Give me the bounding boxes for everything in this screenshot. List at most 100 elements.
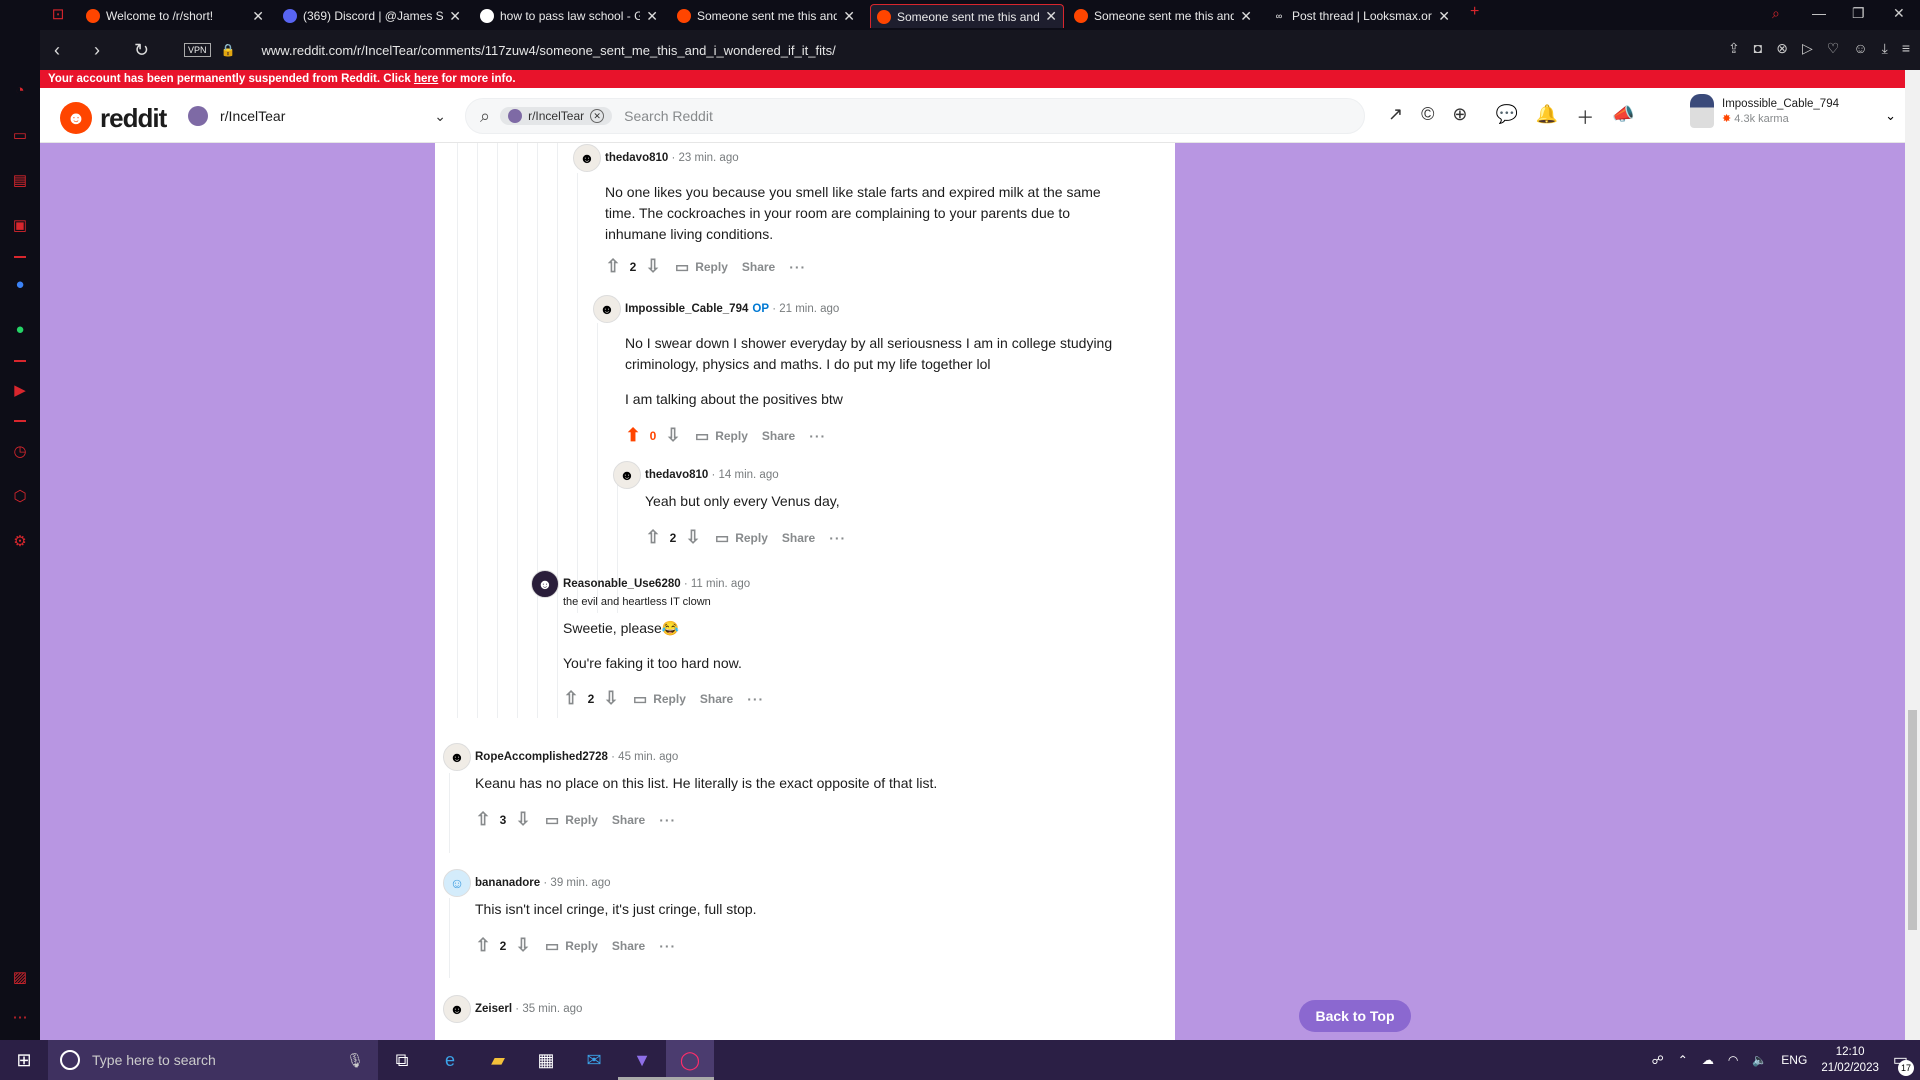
avatar[interactable]: ☻ (593, 295, 621, 323)
search-tabs-icon[interactable]: ⌕ (1772, 5, 1780, 22)
close-tab-icon[interactable]: ✕ (843, 8, 855, 25)
upvote-icon[interactable]: ⬆ (623, 425, 643, 446)
upvote-icon[interactable]: ⇧ (473, 935, 493, 956)
thread-line[interactable] (477, 143, 478, 718)
comment-author[interactable]: thedavo810 (605, 152, 668, 164)
vpn-badge[interactable]: VPN (184, 43, 211, 57)
bag-icon[interactable]: ▭ (10, 126, 30, 146)
tab-active[interactable]: Someone sent me this and ✕ (870, 4, 1064, 28)
close-tab-icon[interactable]: ✕ (1240, 8, 1252, 25)
extensions-icon[interactable]: ⬡ (10, 487, 30, 507)
tab[interactable]: (369) Discord | @James Sa ✕ (277, 4, 467, 28)
avatar[interactable]: ☺ (443, 869, 471, 897)
coins-icon[interactable]: © (1421, 104, 1434, 130)
heart-icon[interactable]: ♡ (1827, 40, 1840, 57)
talk-icon[interactable]: ⊕ (1452, 104, 1467, 130)
comment-time[interactable]: 39 min. ago (550, 877, 610, 889)
language-indicator[interactable]: ENG (1781, 1053, 1807, 1067)
comment-time[interactable]: 45 min. ago (618, 751, 678, 763)
messenger-icon[interactable]: ● (10, 275, 30, 295)
tab[interactable]: ∞ Post thread | Looksmax.org ✕ (1266, 4, 1456, 28)
downvote-icon[interactable]: ⇩ (683, 527, 703, 548)
wifi-icon[interactable]: ◠ (1728, 1053, 1738, 1067)
share-button[interactable]: Share (700, 692, 733, 706)
player-icon[interactable]: ▣ (10, 216, 30, 236)
clock[interactable]: 12:10 21/02/2023 (1821, 1044, 1879, 1076)
menu-icon[interactable]: ≡ (1902, 40, 1910, 57)
more-options-icon[interactable]: ··· (659, 812, 676, 828)
chat-icon[interactable]: 💬 (1495, 104, 1517, 130)
downvote-icon[interactable]: ⇩ (513, 935, 533, 956)
back-icon[interactable]: ‹ (54, 40, 80, 61)
gamepad-icon[interactable]: ⊡ (48, 5, 68, 25)
people-icon[interactable]: ☍ (1652, 1053, 1664, 1067)
comment-time[interactable]: 21 min. ago (779, 303, 839, 315)
comment-author[interactable]: bananadore (475, 877, 540, 889)
comment-author[interactable]: RopeAccomplished2728 (475, 751, 608, 763)
share-button[interactable]: Share (782, 531, 815, 545)
reload-icon[interactable]: ↻ (134, 40, 160, 61)
download-icon[interactable]: ⤓ (1882, 40, 1888, 57)
tab[interactable]: how to pass law school - G ✕ (474, 4, 664, 28)
share-button[interactable]: Share (612, 939, 645, 953)
store-icon[interactable]: ▦ (522, 1040, 570, 1080)
music-player-icon[interactable]: ▶ (10, 381, 30, 401)
onedrive-icon[interactable]: ☁ (1702, 1053, 1714, 1067)
comment-time[interactable]: 14 min. ago (719, 469, 779, 481)
reply-button[interactable]: ▭ Reply (545, 937, 598, 955)
avatar[interactable]: ☻ (443, 995, 471, 1023)
tab[interactable]: Someone sent me this and ✕ (671, 4, 861, 28)
comment-time[interactable]: 35 min. ago (522, 1003, 582, 1015)
scrollbar[interactable] (1905, 70, 1920, 1040)
comment-author[interactable]: Zeiserl (475, 1003, 512, 1015)
avatar[interactable]: ☻ (531, 570, 559, 598)
comment-author[interactable]: Reasonable_Use6280 (563, 578, 681, 590)
clear-chip-icon[interactable]: ✕ (590, 109, 605, 123)
chevron-up-icon[interactable]: ⌃ (1678, 1053, 1688, 1067)
opera-icon[interactable]: ◯ (666, 1040, 714, 1080)
community-dropdown[interactable]: r/IncelTear ⌄ (188, 106, 446, 126)
minimize-icon[interactable]: — (1812, 5, 1826, 21)
volume-icon[interactable]: 🔈 (1752, 1053, 1767, 1067)
share-button[interactable]: Share (762, 429, 795, 443)
more-options-icon[interactable]: ··· (659, 938, 676, 954)
more-options-icon[interactable]: ··· (829, 530, 846, 546)
search-community-chip[interactable]: r/IncelTear ✕ (500, 107, 613, 125)
avatar[interactable]: ☻ (573, 144, 601, 172)
reply-button[interactable]: ▭ Reply (545, 811, 598, 829)
gallery-icon[interactable]: ▨ (10, 968, 30, 988)
comment-time[interactable]: 23 min. ago (679, 152, 739, 164)
downvote-icon[interactable]: ⇩ (643, 256, 663, 277)
url-field[interactable]: www.reddit.com/r/IncelTear/comments/117z… (261, 43, 835, 58)
reply-button[interactable]: ▭ Reply (715, 529, 768, 547)
more-icon[interactable]: ⋯ (10, 1008, 30, 1028)
close-tab-icon[interactable]: ✕ (1438, 8, 1450, 25)
avatar[interactable]: ☻ (443, 743, 471, 771)
microphone-icon[interactable]: 🎙 (346, 1052, 364, 1069)
tab[interactable]: Someone sent me this and ✕ (1068, 4, 1258, 28)
search-bar[interactable]: ⌕ r/IncelTear ✕ Search Reddit (465, 98, 1365, 134)
share-icon[interactable]: ⇪ (1728, 40, 1740, 57)
close-tab-icon[interactable]: ✕ (646, 8, 658, 25)
comment-author[interactable]: thedavo810 (645, 469, 708, 481)
comment-author[interactable]: Impossible_Cable_794 (625, 303, 748, 315)
close-window-icon[interactable]: ✕ (1893, 5, 1905, 22)
back-to-top-button[interactable]: Back to Top (1299, 1000, 1411, 1032)
whatsapp-icon[interactable]: ● (10, 320, 30, 340)
thread-line[interactable] (517, 143, 518, 718)
close-tab-icon[interactable]: ✕ (252, 8, 264, 25)
reply-button[interactable]: ▭ Reply (695, 427, 748, 445)
advertise-icon[interactable]: 📣 (1612, 104, 1634, 130)
edge-icon[interactable]: e (426, 1040, 474, 1080)
scrollbar-thumb[interactable] (1908, 710, 1917, 930)
more-options-icon[interactable]: ··· (809, 428, 826, 444)
more-options-icon[interactable]: ··· (789, 259, 806, 275)
settings-icon[interactable]: ⚙ (10, 532, 30, 552)
speed-dial-icon[interactable]: ◔ (10, 81, 30, 101)
thread-line[interactable] (497, 143, 498, 718)
profile-icon[interactable]: ☺ (1853, 40, 1867, 57)
folder-icon[interactable]: ▰ (474, 1040, 522, 1080)
notification-icon[interactable]: ▭17 (1893, 1050, 1914, 1076)
comment-time[interactable]: 11 min. ago (691, 578, 750, 590)
new-tab-button[interactable]: + (1470, 3, 1479, 21)
